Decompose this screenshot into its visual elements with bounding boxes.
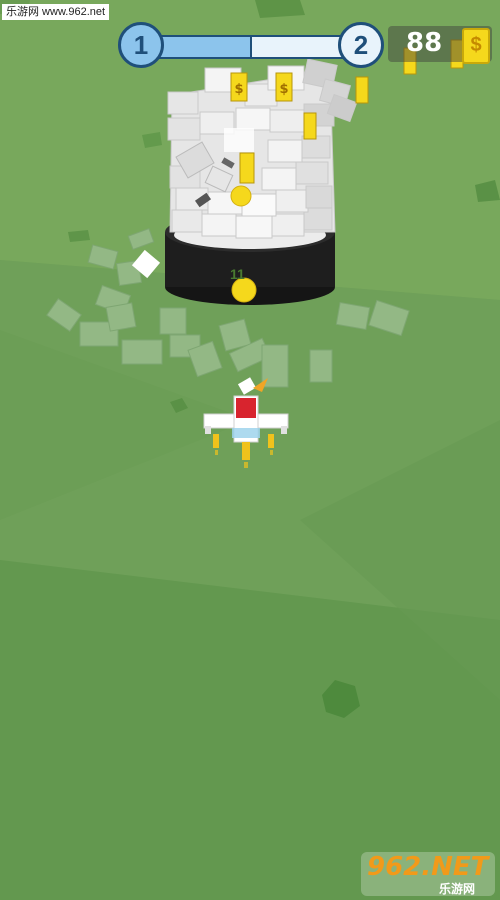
coin-block: $ bbox=[230, 72, 248, 102]
coin-block bbox=[303, 112, 317, 140]
cannon-ball bbox=[230, 185, 252, 207]
next-level-badge: 2 bbox=[338, 22, 384, 68]
coin-block: $ bbox=[275, 72, 293, 102]
level-progress-midpoint bbox=[250, 37, 252, 57]
coin-count: 88 bbox=[406, 28, 443, 58]
level-progress-fill bbox=[150, 37, 250, 57]
level-progress-track bbox=[148, 35, 352, 59]
site-logo-subtitle: 乐游网 bbox=[439, 882, 476, 896]
site-logo: 962.NET 乐游网 bbox=[361, 852, 495, 896]
coin-block bbox=[355, 76, 369, 104]
coin-dollar-icon: $ bbox=[462, 28, 490, 64]
coin-counter: 88 $ bbox=[388, 26, 492, 64]
svg-text:$: $ bbox=[234, 82, 243, 97]
svg-text:$: $ bbox=[279, 82, 288, 97]
game-scene[interactable]: $ $ bbox=[0, 0, 500, 900]
current-level-badge: 1 bbox=[118, 22, 164, 68]
coin-block bbox=[239, 152, 255, 184]
level-progress-bar: 1 2 bbox=[118, 22, 384, 68]
tower-hit-points: 11 bbox=[230, 266, 245, 282]
site-logo-brand: 962.NET bbox=[367, 852, 489, 882]
site-watermark: 乐游网 www.962.net bbox=[2, 4, 110, 20]
